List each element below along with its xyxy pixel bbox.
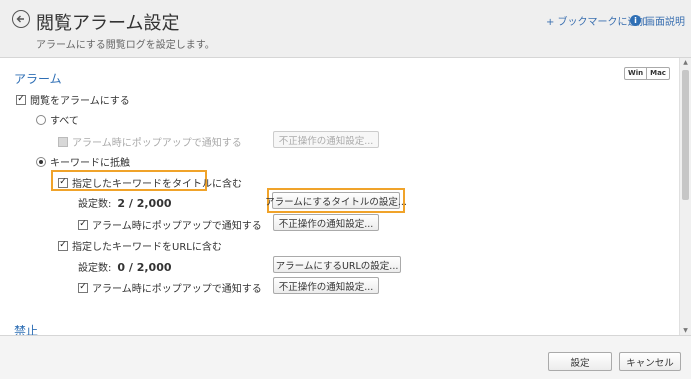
os-toggle-mac[interactable]: Mac — [646, 68, 669, 79]
page-header: 閲覧アラーム設定 アラームにする閲覧ログを設定します。 + ブックマークに追加 … — [0, 0, 691, 58]
scroll-up-icon[interactable]: ▲ — [680, 59, 691, 66]
title-popup-row: ✓ アラーム時にポップアップで通知する — [78, 217, 262, 232]
prohibit-section-title: 禁止 — [14, 324, 39, 335]
dialog-footer: 設定 キャンセル — [0, 335, 691, 379]
url-popup-row: ✓ アラーム時にポップアップで通知する — [78, 280, 262, 295]
url-rule-row: ✓ 指定したキーワードをURLに含む — [58, 238, 222, 253]
all-popup-label: アラーム時にポップアップで通知する — [72, 138, 242, 149]
title-count-value: 2 / 2,000 — [117, 197, 172, 210]
page-title: 閲覧アラーム設定 — [36, 13, 180, 34]
radio-selected-dot — [39, 159, 43, 164]
url-count: 設定数: 0 / 2,000 — [78, 259, 172, 274]
url-count-label: 設定数: — [78, 263, 112, 274]
title-count: 設定数: 2 / 2,000 — [78, 195, 172, 210]
enable-alarm-checkbox[interactable]: ✓ — [16, 94, 26, 105]
all-notify-settings-button[interactable]: 不正操作の通知設定... — [273, 131, 379, 148]
title-rule-checkbox[interactable]: ✓ — [58, 177, 68, 188]
enable-alarm-label: 閲覧をアラームにする — [30, 96, 130, 107]
title-notify-settings-button[interactable]: 不正操作の通知設定... — [273, 214, 379, 231]
all-option-row: すべて — [36, 112, 79, 127]
url-rule-checkbox[interactable]: ✓ — [58, 240, 68, 251]
url-notify-settings-button[interactable]: 不正操作の通知設定... — [273, 277, 379, 294]
ok-button[interactable]: 設定 — [548, 352, 612, 371]
url-settings-button[interactable]: アラームにするURLの設定... — [273, 256, 401, 273]
title-count-label: 設定数: — [78, 199, 112, 210]
cancel-button[interactable]: キャンセル — [619, 352, 681, 371]
all-popup-row: アラーム時にポップアップで通知する — [58, 134, 242, 149]
scroll-thumb[interactable] — [682, 70, 689, 200]
os-toggle: Win Mac — [624, 67, 670, 80]
keyword-radio[interactable] — [36, 156, 46, 167]
title-settings-button[interactable]: アラームにするタイトルの設定... — [265, 192, 407, 209]
back-button[interactable] — [12, 10, 30, 28]
all-popup-checkbox[interactable] — [58, 136, 68, 147]
url-count-value: 0 / 2,000 — [117, 261, 172, 274]
enable-alarm-row: ✓ 閲覧をアラームにする — [16, 92, 130, 107]
all-radio-label: すべて — [50, 116, 79, 127]
arrow-left-icon — [16, 15, 24, 23]
title-rule-row: ✓ 指定したキーワードをタイトルに含む — [58, 175, 242, 190]
page-subtitle: アラームにする閲覧ログを設定します。 — [36, 40, 215, 51]
os-toggle-win[interactable]: Win — [625, 68, 646, 79]
settings-content: アラーム Win Mac ✓ 閲覧をアラームにする すべて アラーム時にポップア… — [0, 58, 679, 335]
help-link[interactable]: i 画面説明 — [630, 13, 685, 28]
content-scrollbar[interactable]: ▲ ▼ — [679, 58, 691, 335]
url-popup-checkbox[interactable]: ✓ — [78, 282, 88, 293]
url-popup-label: アラーム時にポップアップで通知する — [92, 284, 262, 295]
all-radio[interactable] — [36, 114, 46, 125]
url-rule-label: 指定したキーワードをURLに含む — [72, 242, 222, 253]
keyword-option-row: キーワードに抵触 — [36, 154, 130, 169]
help-link-label: 画面説明 — [645, 17, 685, 28]
alarm-section-title: アラーム — [14, 72, 62, 86]
keyword-radio-label: キーワードに抵触 — [50, 158, 130, 169]
title-popup-label: アラーム時にポップアップで通知する — [92, 221, 262, 232]
scroll-down-icon[interactable]: ▼ — [680, 327, 691, 334]
info-icon: i — [630, 15, 641, 26]
title-popup-checkbox[interactable]: ✓ — [78, 219, 88, 230]
title-rule-label: 指定したキーワードをタイトルに含む — [72, 179, 242, 190]
